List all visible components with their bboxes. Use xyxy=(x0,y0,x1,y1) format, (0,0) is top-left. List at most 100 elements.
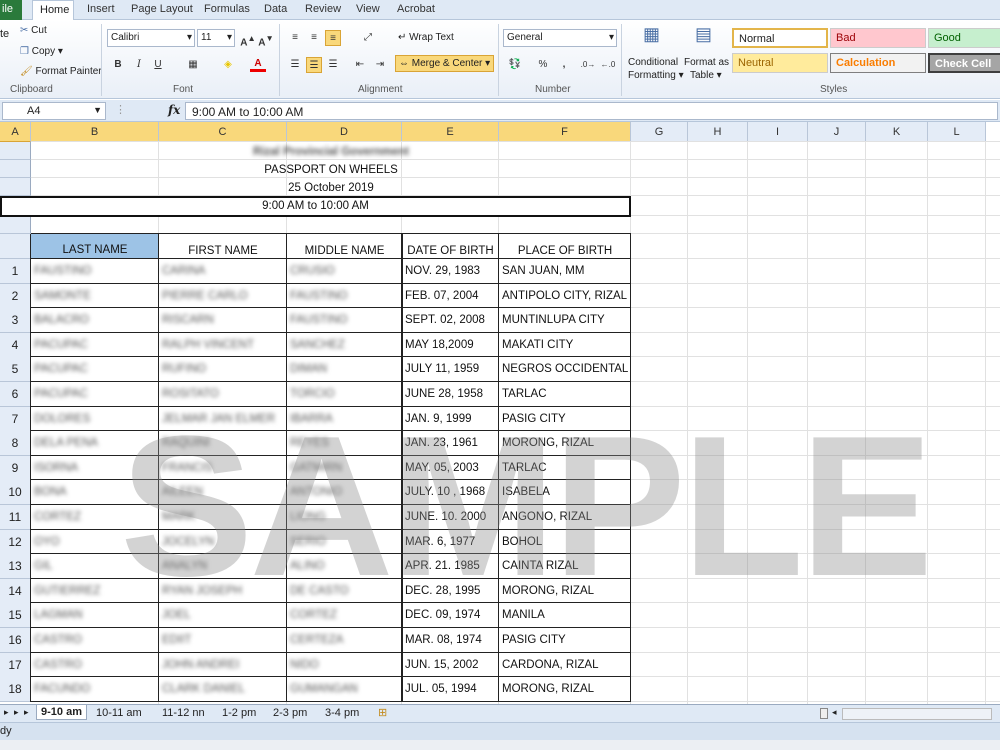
table-cell-first[interactable]: FRANCIS xyxy=(162,462,286,474)
table-cell-last[interactable]: FACUNDO xyxy=(34,683,158,695)
table-cell-dob[interactable]: JUL. 05, 1994 xyxy=(405,683,498,695)
sheet-tab[interactable]: 11-12 nn xyxy=(162,706,205,719)
format-painter-button[interactable]: 🖌 Format Painter xyxy=(20,66,102,77)
align-center-icon[interactable]: ☰ xyxy=(306,57,322,73)
table-cell-first[interactable]: RAQUINI xyxy=(162,437,286,449)
table-cell-pob[interactable]: MORONG, RIZAL xyxy=(502,683,630,695)
align-left-icon[interactable]: ☰ xyxy=(287,57,303,73)
tab-data[interactable]: Data xyxy=(264,3,287,15)
column-header-j[interactable]: J xyxy=(808,122,866,142)
merge-center-button[interactable]: ⇔ Merge & Center ▾ xyxy=(395,55,495,72)
table-cell-first[interactable]: PIERRE CARLO xyxy=(162,290,286,302)
borders-icon[interactable]: ▦ xyxy=(185,57,201,73)
style-normal[interactable]: Normal xyxy=(732,28,828,48)
table-cell-dob[interactable]: JULY 11, 1959 xyxy=(405,363,498,375)
table-cell-first[interactable]: JOEL xyxy=(162,609,286,621)
new-sheet-icon[interactable]: ⊞ xyxy=(378,706,387,719)
sheet-title[interactable]: PASSPORT ON WHEELS xyxy=(31,164,631,176)
align-bottom-icon[interactable]: ≡ xyxy=(325,30,341,46)
table-cell-last[interactable]: GUTIERREZ xyxy=(34,585,158,597)
table-cell-first[interactable]: JELMAR JAN ELMER xyxy=(162,413,286,425)
row-header[interactable]: 8 xyxy=(0,431,31,456)
bold-button[interactable]: B xyxy=(110,57,126,73)
table-cell-middle[interactable]: ANTONIO xyxy=(290,486,401,498)
style-neutral[interactable]: Neutral xyxy=(732,53,828,73)
column-header-b[interactable]: B xyxy=(31,122,159,142)
table-cell-first[interactable]: EDIIT xyxy=(162,634,286,646)
table-cell-first[interactable]: JOCELYN xyxy=(162,536,286,548)
table-cell-last[interactable]: ISORNA xyxy=(34,462,158,474)
table-cell-dob[interactable]: SEPT. 02, 2008 xyxy=(405,314,498,326)
row-header[interactable]: 15 xyxy=(0,603,31,628)
table-cell-middle[interactable]: CORTEZ xyxy=(290,609,401,621)
orientation-icon[interactable]: ⤢ xyxy=(360,30,376,46)
italic-button[interactable]: I xyxy=(131,57,147,73)
format-as-table-button[interactable]: Format as xyxy=(684,57,729,68)
scroll-left-icon[interactable]: ◂ xyxy=(832,707,837,718)
column-header-f[interactable]: F xyxy=(499,122,631,142)
table-cell-dob[interactable]: JUNE. 10. 2000 xyxy=(405,511,498,523)
table-cell-middle[interactable]: GATMIRN xyxy=(290,462,401,474)
row-header[interactable]: 3 xyxy=(0,308,31,333)
row-header[interactable]: 6 xyxy=(0,382,31,407)
table-cell-last[interactable]: SAMONTE xyxy=(34,290,158,302)
table-cell-dob[interactable]: FEB. 07, 2004 xyxy=(405,290,498,302)
table-cell-dob[interactable]: MAR. 6, 1977 xyxy=(405,536,498,548)
table-cell-pob[interactable]: PASIG CITY xyxy=(502,413,630,425)
table-cell-first[interactable]: RISCARN xyxy=(162,314,286,326)
conditional-formatting-button[interactable]: Conditional xyxy=(628,57,678,68)
tab-insert[interactable]: Insert xyxy=(87,3,115,15)
sheet-tab[interactable]: 3-4 pm xyxy=(325,706,359,719)
table-cell-last[interactable]: CASTRO xyxy=(34,659,158,671)
table-cell-middle[interactable]: LIONG xyxy=(290,511,401,523)
row-header[interactable]: 14 xyxy=(0,579,31,604)
column-header-a[interactable]: A xyxy=(0,122,31,142)
table-cell-pob[interactable]: MORONG, RIZAL xyxy=(502,437,630,449)
fill-color-icon[interactable]: ◈ xyxy=(220,57,236,73)
table-cell-dob[interactable]: MAR. 08, 1974 xyxy=(405,634,498,646)
row-header[interactable]: 2 xyxy=(0,284,31,309)
sheet-date[interactable]: 25 October 2019 xyxy=(31,182,631,194)
table-cell-last[interactable]: CASTRO xyxy=(34,634,158,646)
table-cell-middle[interactable]: REYES xyxy=(290,437,401,449)
row-header[interactable]: 5 xyxy=(0,357,31,382)
table-cell-middle[interactable]: SANCHEZ xyxy=(290,339,401,351)
table-cell-pob[interactable]: MUNTINLUPA CITY xyxy=(502,314,630,326)
row-header[interactable]: 18 xyxy=(0,677,31,702)
table-cell-last[interactable]: FAUSTINO xyxy=(34,265,158,277)
tab-file[interactable]: ile xyxy=(0,0,22,20)
cut-button[interactable]: ✂ Cut xyxy=(20,25,47,36)
number-format-dropdown[interactable]: General ▾ xyxy=(503,29,617,47)
table-cell-last[interactable]: PACUPAC xyxy=(34,363,158,375)
align-right-icon[interactable]: ☰ xyxy=(325,57,341,73)
table-cell-pob[interactable]: SAN JUAN, MM xyxy=(502,265,630,277)
row-header[interactable]: 7 xyxy=(0,407,31,432)
wrap-text-button[interactable]: ↵ Wrap Text xyxy=(398,32,454,43)
style-bad[interactable]: Bad xyxy=(830,28,926,48)
tab-formulas[interactable]: Formulas xyxy=(204,3,250,15)
table-cell-dob[interactable]: JAN. 23, 1961 xyxy=(405,437,498,449)
font-size-dropdown[interactable]: 11 ▾ xyxy=(197,29,235,47)
tab-acrobat[interactable]: Acrobat xyxy=(397,3,435,15)
table-cell-pob[interactable]: CAINTA RIZAL xyxy=(502,560,630,572)
column-header-g[interactable]: G xyxy=(631,122,688,142)
table-cell-last[interactable]: CORTEZ xyxy=(34,511,158,523)
row-header[interactable]: 12 xyxy=(0,530,31,555)
style-calculation[interactable]: Calculation xyxy=(830,53,926,73)
table-cell-pob[interactable]: MANILA xyxy=(502,609,630,621)
decrease-decimal-icon[interactable]: ←.0 xyxy=(600,57,616,73)
table-cell-last[interactable]: DOLORES xyxy=(34,413,158,425)
style-good[interactable]: Good xyxy=(928,28,1000,48)
table-cell-last[interactable]: PACUPAC xyxy=(34,339,158,351)
tab-scroll-first-icon[interactable]: ▸ xyxy=(4,707,9,718)
percent-button[interactable]: % xyxy=(535,57,551,73)
table-cell-pob[interactable]: TARLAC xyxy=(502,388,630,400)
grow-font-icon[interactable]: A▲ xyxy=(240,30,256,48)
table-cell-pob[interactable]: ISABELA xyxy=(502,486,630,498)
insert-function-icon[interactable]: fx xyxy=(168,103,180,117)
table-cell-first[interactable]: RUFINO xyxy=(162,363,286,375)
column-title-dob[interactable]: DATE OF BIRTH xyxy=(402,237,499,259)
shrink-font-icon[interactable]: A▼ xyxy=(258,30,274,48)
table-cell-last[interactable]: BONA xyxy=(34,486,158,498)
table-cell-dob[interactable]: DEC. 28, 1995 xyxy=(405,585,498,597)
